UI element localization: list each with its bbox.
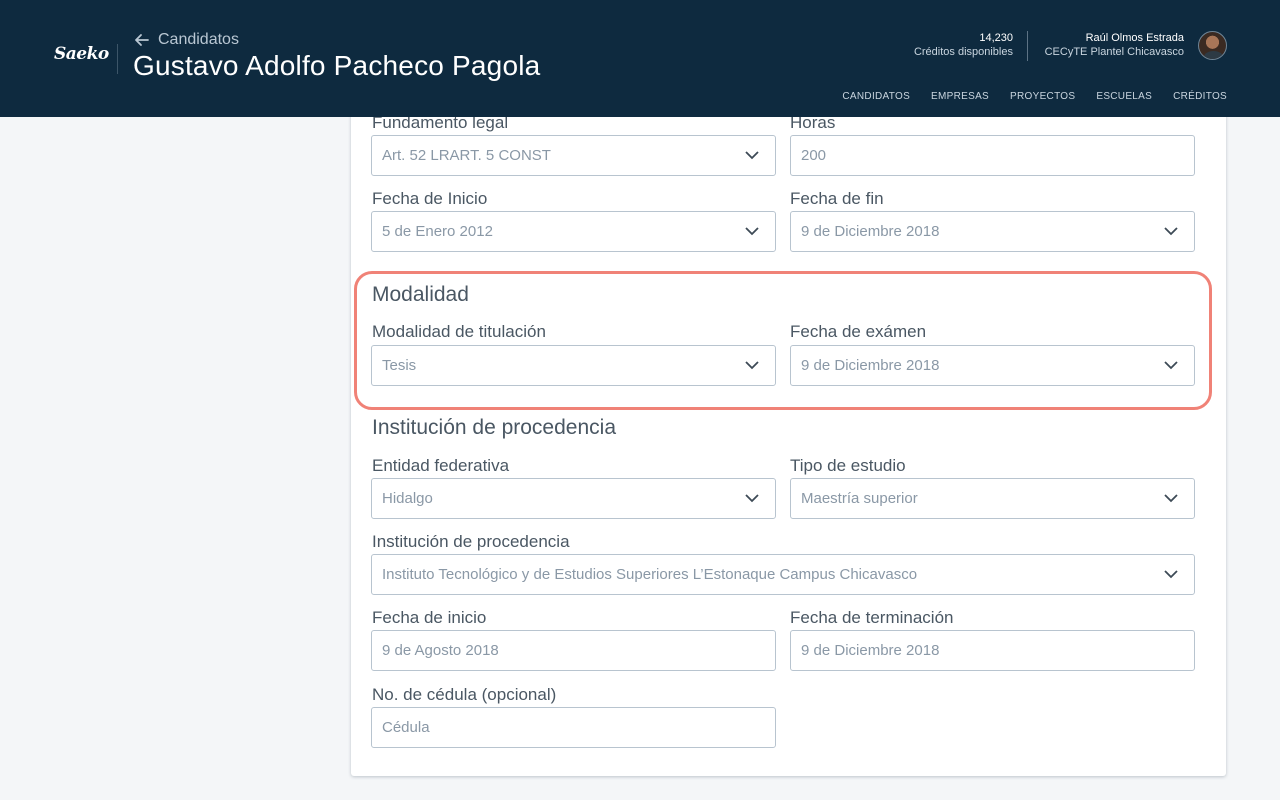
fecha-fin-select[interactable]: 9 de Diciembre 2018: [790, 211, 1195, 252]
entidad-value: Hidalgo: [382, 490, 433, 507]
fecha-examen-label: Fecha de exámen: [790, 322, 927, 341]
fecha-examen-value: 9 de Diciembre 2018: [801, 357, 940, 374]
chevron-down-icon: [1164, 227, 1178, 236]
user-name: Raúl Olmos Estrada: [1085, 32, 1184, 44]
cedula-input[interactable]: Cédula: [371, 707, 776, 748]
inst-fecha-termino-label: Fecha de terminación: [790, 608, 954, 627]
nav-candidatos[interactable]: CANDIDATOS: [842, 91, 910, 102]
chevron-down-icon: [1164, 361, 1178, 370]
app-logo[interactable]: Saeko: [54, 44, 109, 64]
horas-input[interactable]: 200: [790, 135, 1195, 176]
modalidad-titulacion-select[interactable]: Tesis: [371, 345, 776, 386]
credits-value: 14,230: [979, 32, 1013, 44]
nav-proyectos[interactable]: PROYECTOS: [1010, 91, 1075, 102]
inst-fecha-inicio-input[interactable]: 9 de Agosto 2018: [371, 630, 776, 671]
back-to-candidates-link[interactable]: Candidatos: [134, 31, 239, 49]
chevron-down-icon: [745, 151, 759, 160]
modalidad-titulacion-label: Modalidad de titulación: [372, 322, 546, 341]
cedula-label: No. de cédula (opcional): [372, 685, 557, 704]
back-link-label: Candidatos: [158, 31, 239, 48]
institucion-label: Institución de procedencia: [372, 532, 570, 551]
horas-value: 200: [801, 147, 827, 164]
nav-creditos[interactable]: CRÉDITOS: [1173, 91, 1227, 102]
nav-empresas[interactable]: EMPRESAS: [931, 91, 989, 102]
entidad-select[interactable]: Hidalgo: [371, 478, 776, 519]
page-title: Gustavo Adolfo Pacheco Pagola: [133, 50, 541, 81]
user-avatar[interactable]: [1198, 31, 1227, 60]
fecha-inicio-select[interactable]: 5 de Enero 2012: [371, 211, 776, 252]
tipo-estudio-select[interactable]: Maestría superior: [790, 478, 1195, 519]
entidad-label: Entidad federativa: [372, 456, 510, 475]
institucion-select[interactable]: Instituto Tecnológico y de Estudios Supe…: [371, 554, 1195, 595]
chevron-down-icon: [745, 361, 759, 370]
user-organization: CECyTE Plantel Chicavasco: [1044, 46, 1184, 58]
user-info[interactable]: Raúl Olmos Estrada CECyTE Plantel Chicav…: [1045, 31, 1184, 59]
chevron-down-icon: [1164, 494, 1178, 503]
inst-fecha-inicio-label: Fecha de inicio: [372, 608, 487, 627]
credits-label: Créditos disponibles: [913, 46, 1013, 58]
inst-fecha-termino-value: 9 de Diciembre 2018: [801, 642, 940, 659]
chevron-down-icon: [1164, 570, 1178, 579]
fecha-inicio-label: Fecha de Inicio: [372, 189, 488, 208]
top-bar: Saeko Candidatos Gustavo Adolfo Pacheco …: [0, 0, 1280, 117]
fecha-inicio-value: 5 de Enero 2012: [382, 223, 493, 240]
fundamento-select[interactable]: Art. 52 LRART. 5 CONST: [371, 135, 776, 176]
modalidad-section-title: Modalidad: [372, 283, 469, 306]
inst-fecha-termino-input[interactable]: 9 de Diciembre 2018: [790, 630, 1195, 671]
credits-summary: 14,230 Créditos disponibles: [914, 31, 1013, 59]
cedula-placeholder: Cédula: [382, 719, 430, 736]
nav-escuelas[interactable]: ESCUELAS: [1096, 91, 1152, 102]
fecha-fin-value: 9 de Diciembre 2018: [801, 223, 940, 240]
tipo-estudio-label: Tipo de estudio: [790, 456, 906, 475]
chevron-down-icon: [745, 494, 759, 503]
institucion-value: Instituto Tecnológico y de Estudios Supe…: [382, 566, 918, 583]
main-nav: CANDIDATOS EMPRESAS PROYECTOS ESCUELAS C…: [842, 91, 1227, 102]
logo-divider: [117, 44, 118, 74]
institucion-section-title: Institución de procedencia: [372, 416, 616, 439]
user-divider: [1027, 31, 1028, 61]
arrow-left-icon: [135, 34, 149, 46]
fundamento-value: Art. 52 LRART. 5 CONST: [382, 147, 551, 164]
inst-fecha-inicio-value: 9 de Agosto 2018: [382, 642, 499, 659]
fecha-fin-label: Fecha de fin: [790, 189, 884, 208]
modalidad-titulacion-value: Tesis: [382, 357, 417, 374]
fecha-examen-select[interactable]: 9 de Diciembre 2018: [790, 345, 1195, 386]
chevron-down-icon: [745, 227, 759, 236]
tipo-estudio-value: Maestría superior: [801, 490, 918, 507]
